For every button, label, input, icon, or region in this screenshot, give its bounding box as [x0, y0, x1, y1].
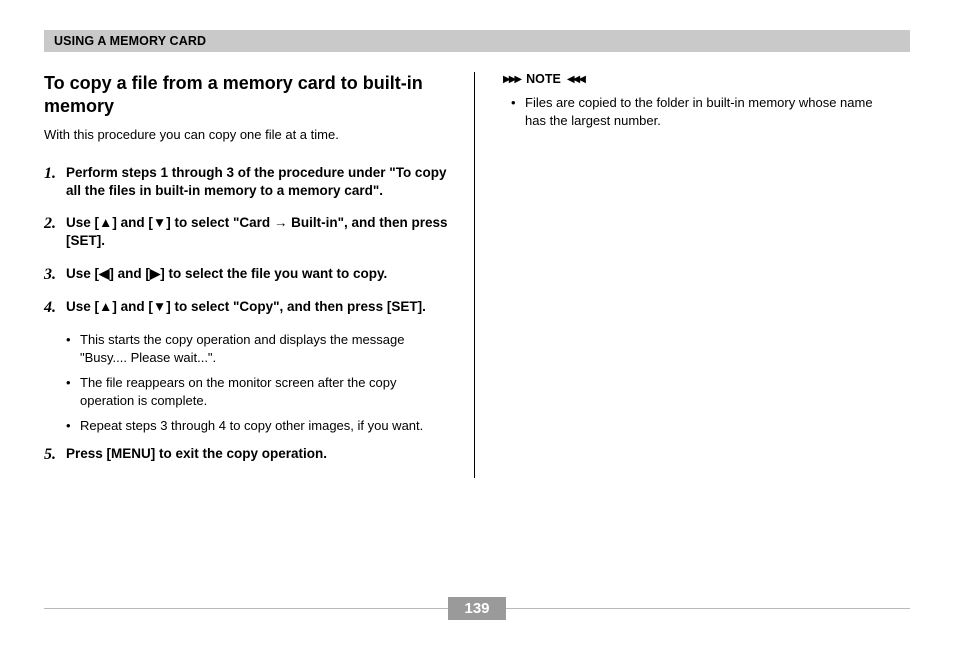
right-column: ▶▶▶ NOTE ◀◀◀ • Files are copied to the f… [474, 72, 894, 478]
bullet-icon: • [66, 417, 80, 435]
intro-text: With this procedure you can copy one fil… [44, 127, 448, 142]
note-header: ▶▶▶ NOTE ◀◀◀ [503, 72, 894, 86]
steps-list: 1. Perform steps 1 through 3 of the proc… [44, 164, 448, 464]
step-4-sublist: •This starts the copy operation and disp… [66, 331, 448, 435]
note-body: • Files are copied to the folder in buil… [503, 94, 894, 129]
note-arrows-left-icon: ◀◀◀ [567, 74, 584, 85]
content-columns: To copy a file from a memory card to bui… [44, 72, 910, 478]
step-number: 1. [44, 164, 66, 200]
step-1: 1. Perform steps 1 through 3 of the proc… [44, 164, 448, 200]
note-arrows-right-icon: ▶▶▶ [503, 74, 520, 85]
sub-text: Repeat steps 3 through 4 to copy other i… [80, 417, 423, 435]
bullet-icon: • [66, 374, 80, 409]
step-text: Use [▲] and [▼] to select "Card → Built-… [66, 214, 448, 250]
note-text: Files are copied to the folder in built-… [525, 94, 894, 129]
step-2: 2. Use [▲] and [▼] to select "Card → Bui… [44, 214, 448, 250]
footer-rule-right [506, 608, 910, 609]
step-text: Perform steps 1 through 3 of the procedu… [66, 164, 448, 200]
footer-rule-left [44, 608, 448, 609]
section-header-bar: USING A MEMORY CARD [44, 30, 910, 52]
section-title: To copy a file from a memory card to bui… [44, 72, 448, 119]
step-5: 5. Press [MENU] to exit the copy operati… [44, 445, 448, 464]
note-label: NOTE [526, 72, 561, 86]
step-text: Use [◀] and [▶] to select the file you w… [66, 265, 387, 284]
page-number: 139 [448, 597, 505, 620]
step-text: Press [MENU] to exit the copy operation. [66, 445, 327, 464]
sub-text: This starts the copy operation and displ… [80, 331, 448, 366]
step-4: 4. Use [▲] and [▼] to select "Copy", and… [44, 298, 448, 317]
bullet-icon: • [511, 94, 525, 129]
step-4-sub-3: •Repeat steps 3 through 4 to copy other … [66, 417, 448, 435]
step-number: 4. [44, 298, 66, 317]
step-number: 2. [44, 214, 66, 250]
sub-text: The file reappears on the monitor screen… [80, 374, 448, 409]
step-4-sub-1: •This starts the copy operation and disp… [66, 331, 448, 366]
step-text: Use [▲] and [▼] to select "Copy", and th… [66, 298, 426, 317]
step-3: 3. Use [◀] and [▶] to select the file yo… [44, 265, 448, 284]
left-column: To copy a file from a memory card to bui… [44, 72, 474, 478]
step-4-sub-2: •The file reappears on the monitor scree… [66, 374, 448, 409]
step-number: 3. [44, 265, 66, 284]
bullet-icon: • [66, 331, 80, 366]
step-number: 5. [44, 445, 66, 464]
page-footer: 139 [44, 596, 910, 620]
